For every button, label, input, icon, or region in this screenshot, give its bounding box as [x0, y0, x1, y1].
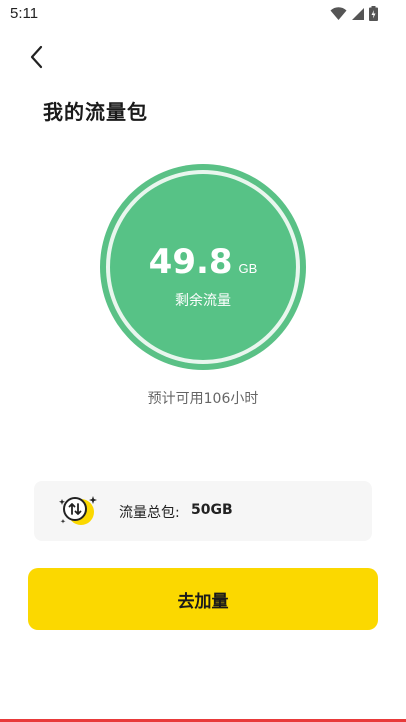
remaining-unit: GB [238, 261, 258, 276]
package-value: 50GB [191, 502, 233, 518]
status-bar: 5:11 [0, 0, 406, 28]
data-ring: 49.8 GB 剩余流量 [100, 164, 306, 370]
chevron-left-icon [30, 45, 43, 69]
signal-icon [352, 7, 364, 20]
remaining-value: 49.8 [148, 242, 233, 282]
battery-icon [369, 6, 378, 21]
back-button[interactable] [22, 42, 52, 72]
add-data-button[interactable]: 去加量 [28, 568, 378, 630]
ring-inner: 49.8 GB 剩余流量 [110, 174, 296, 360]
ring-gap: 49.8 GB 剩余流量 [106, 170, 300, 364]
package-card: 流量总包: 50GB [34, 481, 372, 541]
page-title: 我的流量包 [43, 100, 148, 124]
status-time: 5:11 [10, 5, 39, 22]
data-transfer-icon [59, 496, 97, 525]
estimate-text: 预计可用106小时 [147, 391, 259, 407]
status-icons [330, 6, 378, 21]
package-label: 流量总包: [119, 505, 180, 521]
remaining-label: 剩余流量 [175, 293, 231, 309]
remaining-data: 49.8 GB [110, 242, 296, 282]
wifi-icon [330, 6, 347, 20]
